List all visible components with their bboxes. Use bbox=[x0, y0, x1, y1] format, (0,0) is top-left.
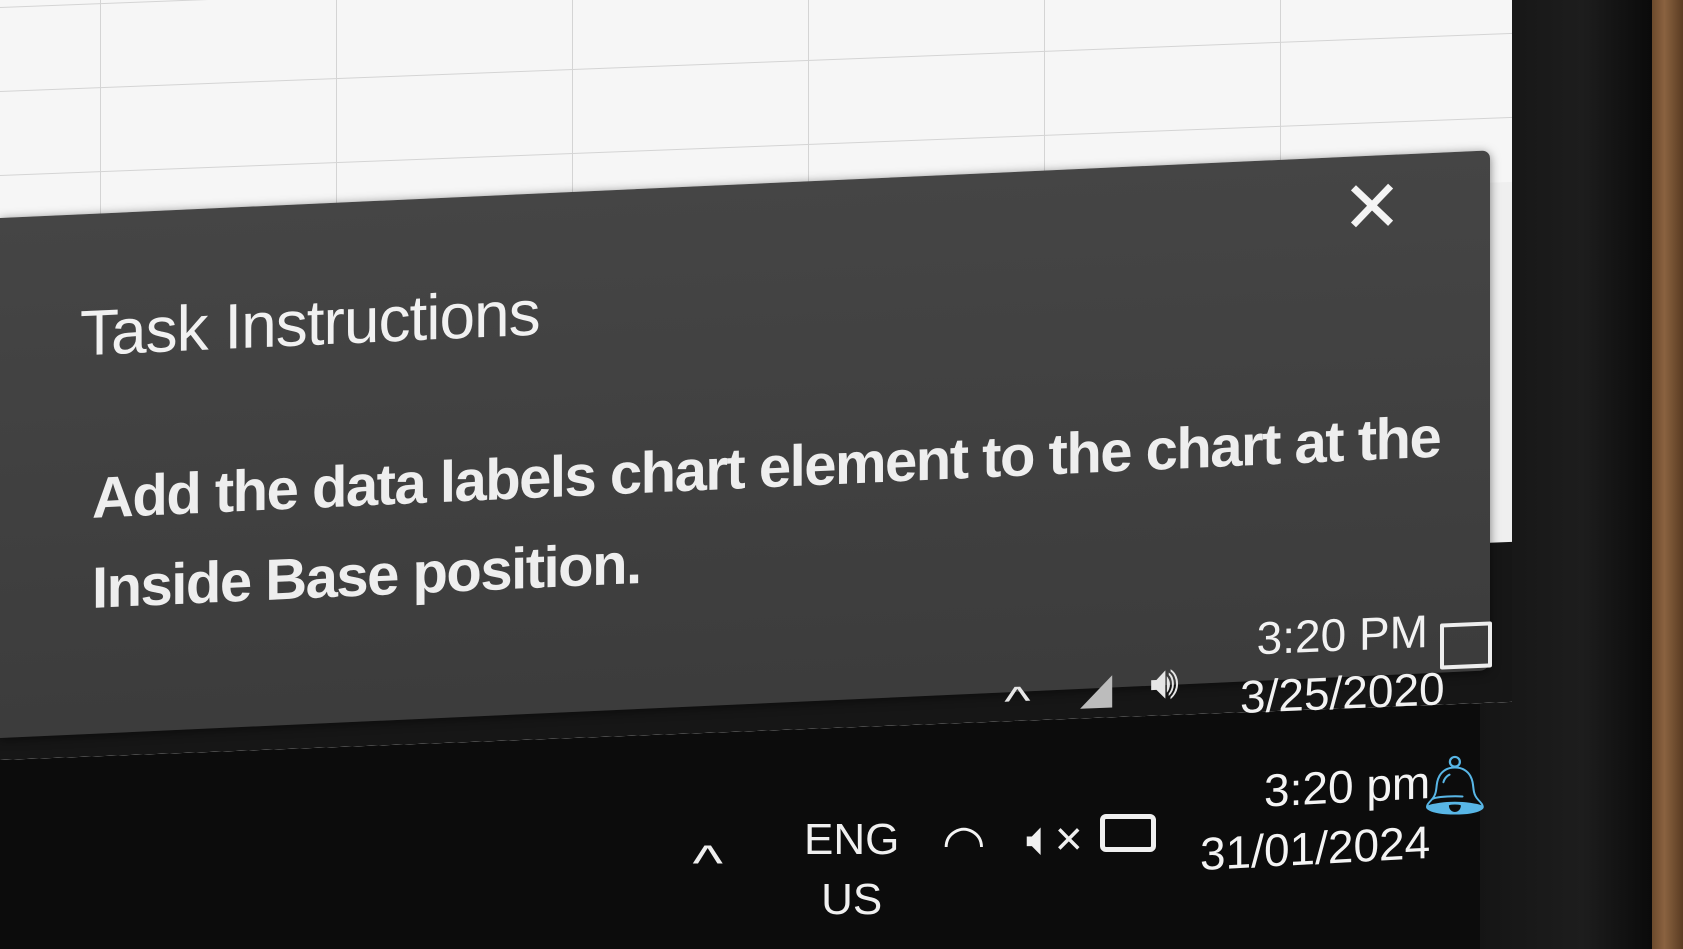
laptop-date: 31/01/2024 bbox=[1200, 815, 1431, 881]
region-label: US bbox=[821, 875, 883, 924]
laptop-system-tray: ^ ENG US ◠ 🔈︎× 3:20 pm 31/01/2024 🔔︎ bbox=[680, 753, 1491, 949]
network-icon[interactable]: ◢ bbox=[1080, 663, 1112, 713]
desk-background bbox=[1652, 0, 1683, 949]
toast-title: Task Instructions bbox=[80, 276, 540, 370]
bell-icon[interactable]: 🔔︎ bbox=[1418, 752, 1492, 820]
laptop-clock[interactable]: 3:20 pm 31/01/2024 bbox=[1200, 752, 1430, 884]
screen-clock[interactable]: 3:20 PM 3/25/2020 bbox=[1240, 601, 1445, 726]
screen-date: 3/25/2020 bbox=[1240, 662, 1445, 723]
close-icon[interactable]: ✕ bbox=[1340, 166, 1404, 249]
wifi-icon[interactable]: ◠ bbox=[942, 814, 986, 872]
battery-icon[interactable] bbox=[1100, 814, 1156, 852]
volume-muted-icon[interactable]: 🔈︎× bbox=[1026, 812, 1083, 868]
action-center-icon[interactable] bbox=[1440, 621, 1492, 670]
screen-time: 3:20 PM bbox=[1256, 605, 1428, 665]
chevron-up-icon[interactable]: ^ bbox=[692, 834, 723, 892]
screen-system-tray: ^ ◢ 🔊︎ 3:20 PM 3/25/2020 bbox=[1000, 592, 1492, 742]
chevron-up-icon[interactable]: ^ bbox=[1004, 679, 1030, 725]
language-label: ENG bbox=[804, 815, 900, 864]
volume-icon[interactable]: 🔊︎ bbox=[1150, 654, 1179, 711]
toast-message: Add the data labels chart element to the… bbox=[92, 404, 1441, 621]
language-indicator[interactable]: ENG US bbox=[804, 810, 899, 930]
